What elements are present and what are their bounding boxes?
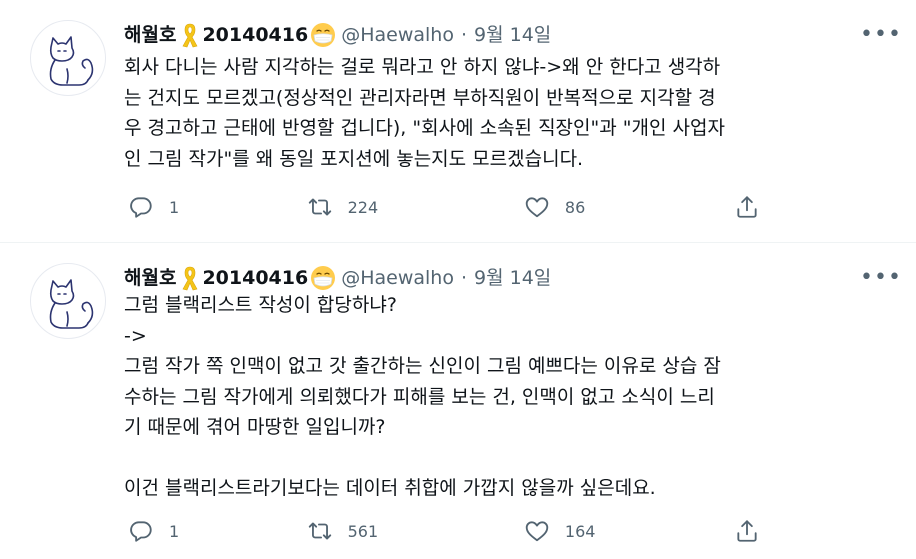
tweet-text-line: 그럼 작가 쪽 인맥이 없고 갓 출간하는 신인이 그림 예쁘다는 이유로 상습… xyxy=(124,355,721,377)
tweet-text-line: 이건 블랙리스트라기보다는 데이터 취합에 가깝지 않을까 싶은데요. xyxy=(124,477,656,499)
reply-count: 1 xyxy=(169,197,180,217)
avatar[interactable] xyxy=(30,20,106,96)
tweet-text-line: 그럼 블랙리스트 작성이 합당하냐? xyxy=(124,294,397,316)
timestamp[interactable]: 9월 14일 xyxy=(474,20,551,50)
yellow-ribbon-icon xyxy=(179,264,201,292)
tweet-text: 그럼 블랙리스트 작성이 합당하냐? -> 그럼 작가 쪽 인맥이 없고 갓 출… xyxy=(124,290,884,504)
retweet-icon xyxy=(308,522,331,540)
retweet-count: 224 xyxy=(347,197,379,217)
timeline: 해월호 20140416 @Haewalho · 9월 14일 ••• 회사 다… xyxy=(0,0,916,559)
display-name[interactable]: 해월호 xyxy=(124,20,176,50)
yellow-ribbon-icon xyxy=(179,21,201,49)
action-bar: 1 224 86 xyxy=(124,190,764,224)
like-button[interactable]: 86 xyxy=(524,194,734,220)
cat-avatar-drawing xyxy=(49,279,94,329)
handle[interactable]: @Haewalho xyxy=(341,20,454,50)
like-count: 86 xyxy=(564,197,586,217)
like-button[interactable]: 164 xyxy=(524,518,734,544)
share-button[interactable] xyxy=(734,194,764,220)
like-count: 164 xyxy=(564,521,596,541)
action-bar: 1 561 164 xyxy=(124,514,764,548)
date-tag: 20140416 xyxy=(202,267,309,289)
retweet-count: 561 xyxy=(347,521,379,541)
tweet-header: 해월호 20140416 @Haewalho · 9월 14일 xyxy=(124,20,551,50)
more-options-icon[interactable]: ••• xyxy=(860,22,901,48)
like-icon xyxy=(525,197,549,218)
handle[interactable]: @Haewalho xyxy=(341,263,454,293)
tweet-text-line: 는 건지도 모르겠고(정상적인 관리자라면 부하직원이 반복적으로 지각할 경 xyxy=(124,86,716,109)
retweet-button[interactable]: 561 xyxy=(307,518,524,544)
reply-count: 1 xyxy=(169,521,180,541)
date-tag: 20140416 xyxy=(202,24,309,46)
share-button[interactable] xyxy=(734,518,764,544)
retweet-icon xyxy=(308,198,331,216)
tweet[interactable]: 해월호 20140416 @Haewalho · 9월 14일 ••• xyxy=(0,243,916,559)
tweet-text-line: 인 그림 작가"를 왜 동일 포지션에 놓는지도 모르겠습니다. xyxy=(124,147,584,170)
reply-button[interactable]: 1 xyxy=(128,518,307,544)
separator-dot: · xyxy=(460,24,468,46)
cat-avatar-drawing xyxy=(49,36,94,86)
reply-icon xyxy=(130,197,152,218)
tweet-text: 회사 다니는 사람 지각하는 걸로 뭐라고 안 하지 않냐->왜 안 한다고 생… xyxy=(124,52,884,174)
tweet[interactable]: 해월호 20140416 @Haewalho · 9월 14일 ••• xyxy=(0,0,916,243)
retweet-button[interactable]: 224 xyxy=(307,194,524,220)
tweet-text-line: -> xyxy=(124,324,147,347)
share-icon xyxy=(737,196,757,218)
tweet-text-line: 기 때문에 겪어 마땅한 일입니까? xyxy=(124,416,386,438)
tweet-text-line: 수하는 그림 작가에게 의뢰했다가 피해를 보는 건, 인맥이 없고 소식이 느… xyxy=(124,385,715,408)
tweet-header: 해월호 20140416 @Haewalho · 9월 14일 xyxy=(124,263,551,293)
reply-button[interactable]: 1 xyxy=(128,194,307,220)
more-options-icon[interactable]: ••• xyxy=(860,265,901,291)
tweet-text-line: 우 경고하고 근태에 반영할 겁니다), "회사에 소속된 직장인"과 "개인 … xyxy=(124,117,725,139)
face-with-medical-mask-icon xyxy=(310,265,336,291)
face-with-medical-mask-icon xyxy=(310,22,336,48)
like-icon xyxy=(525,521,549,542)
reply-icon xyxy=(130,521,152,542)
tweet-text-line: 회사 다니는 사람 지각하는 걸로 뭐라고 안 하지 않냐->왜 안 한다고 생… xyxy=(124,56,721,78)
avatar[interactable] xyxy=(30,263,106,339)
display-name[interactable]: 해월호 xyxy=(124,263,176,293)
separator-dot: · xyxy=(460,267,468,289)
share-icon xyxy=(737,520,757,542)
timestamp[interactable]: 9월 14일 xyxy=(474,263,551,293)
